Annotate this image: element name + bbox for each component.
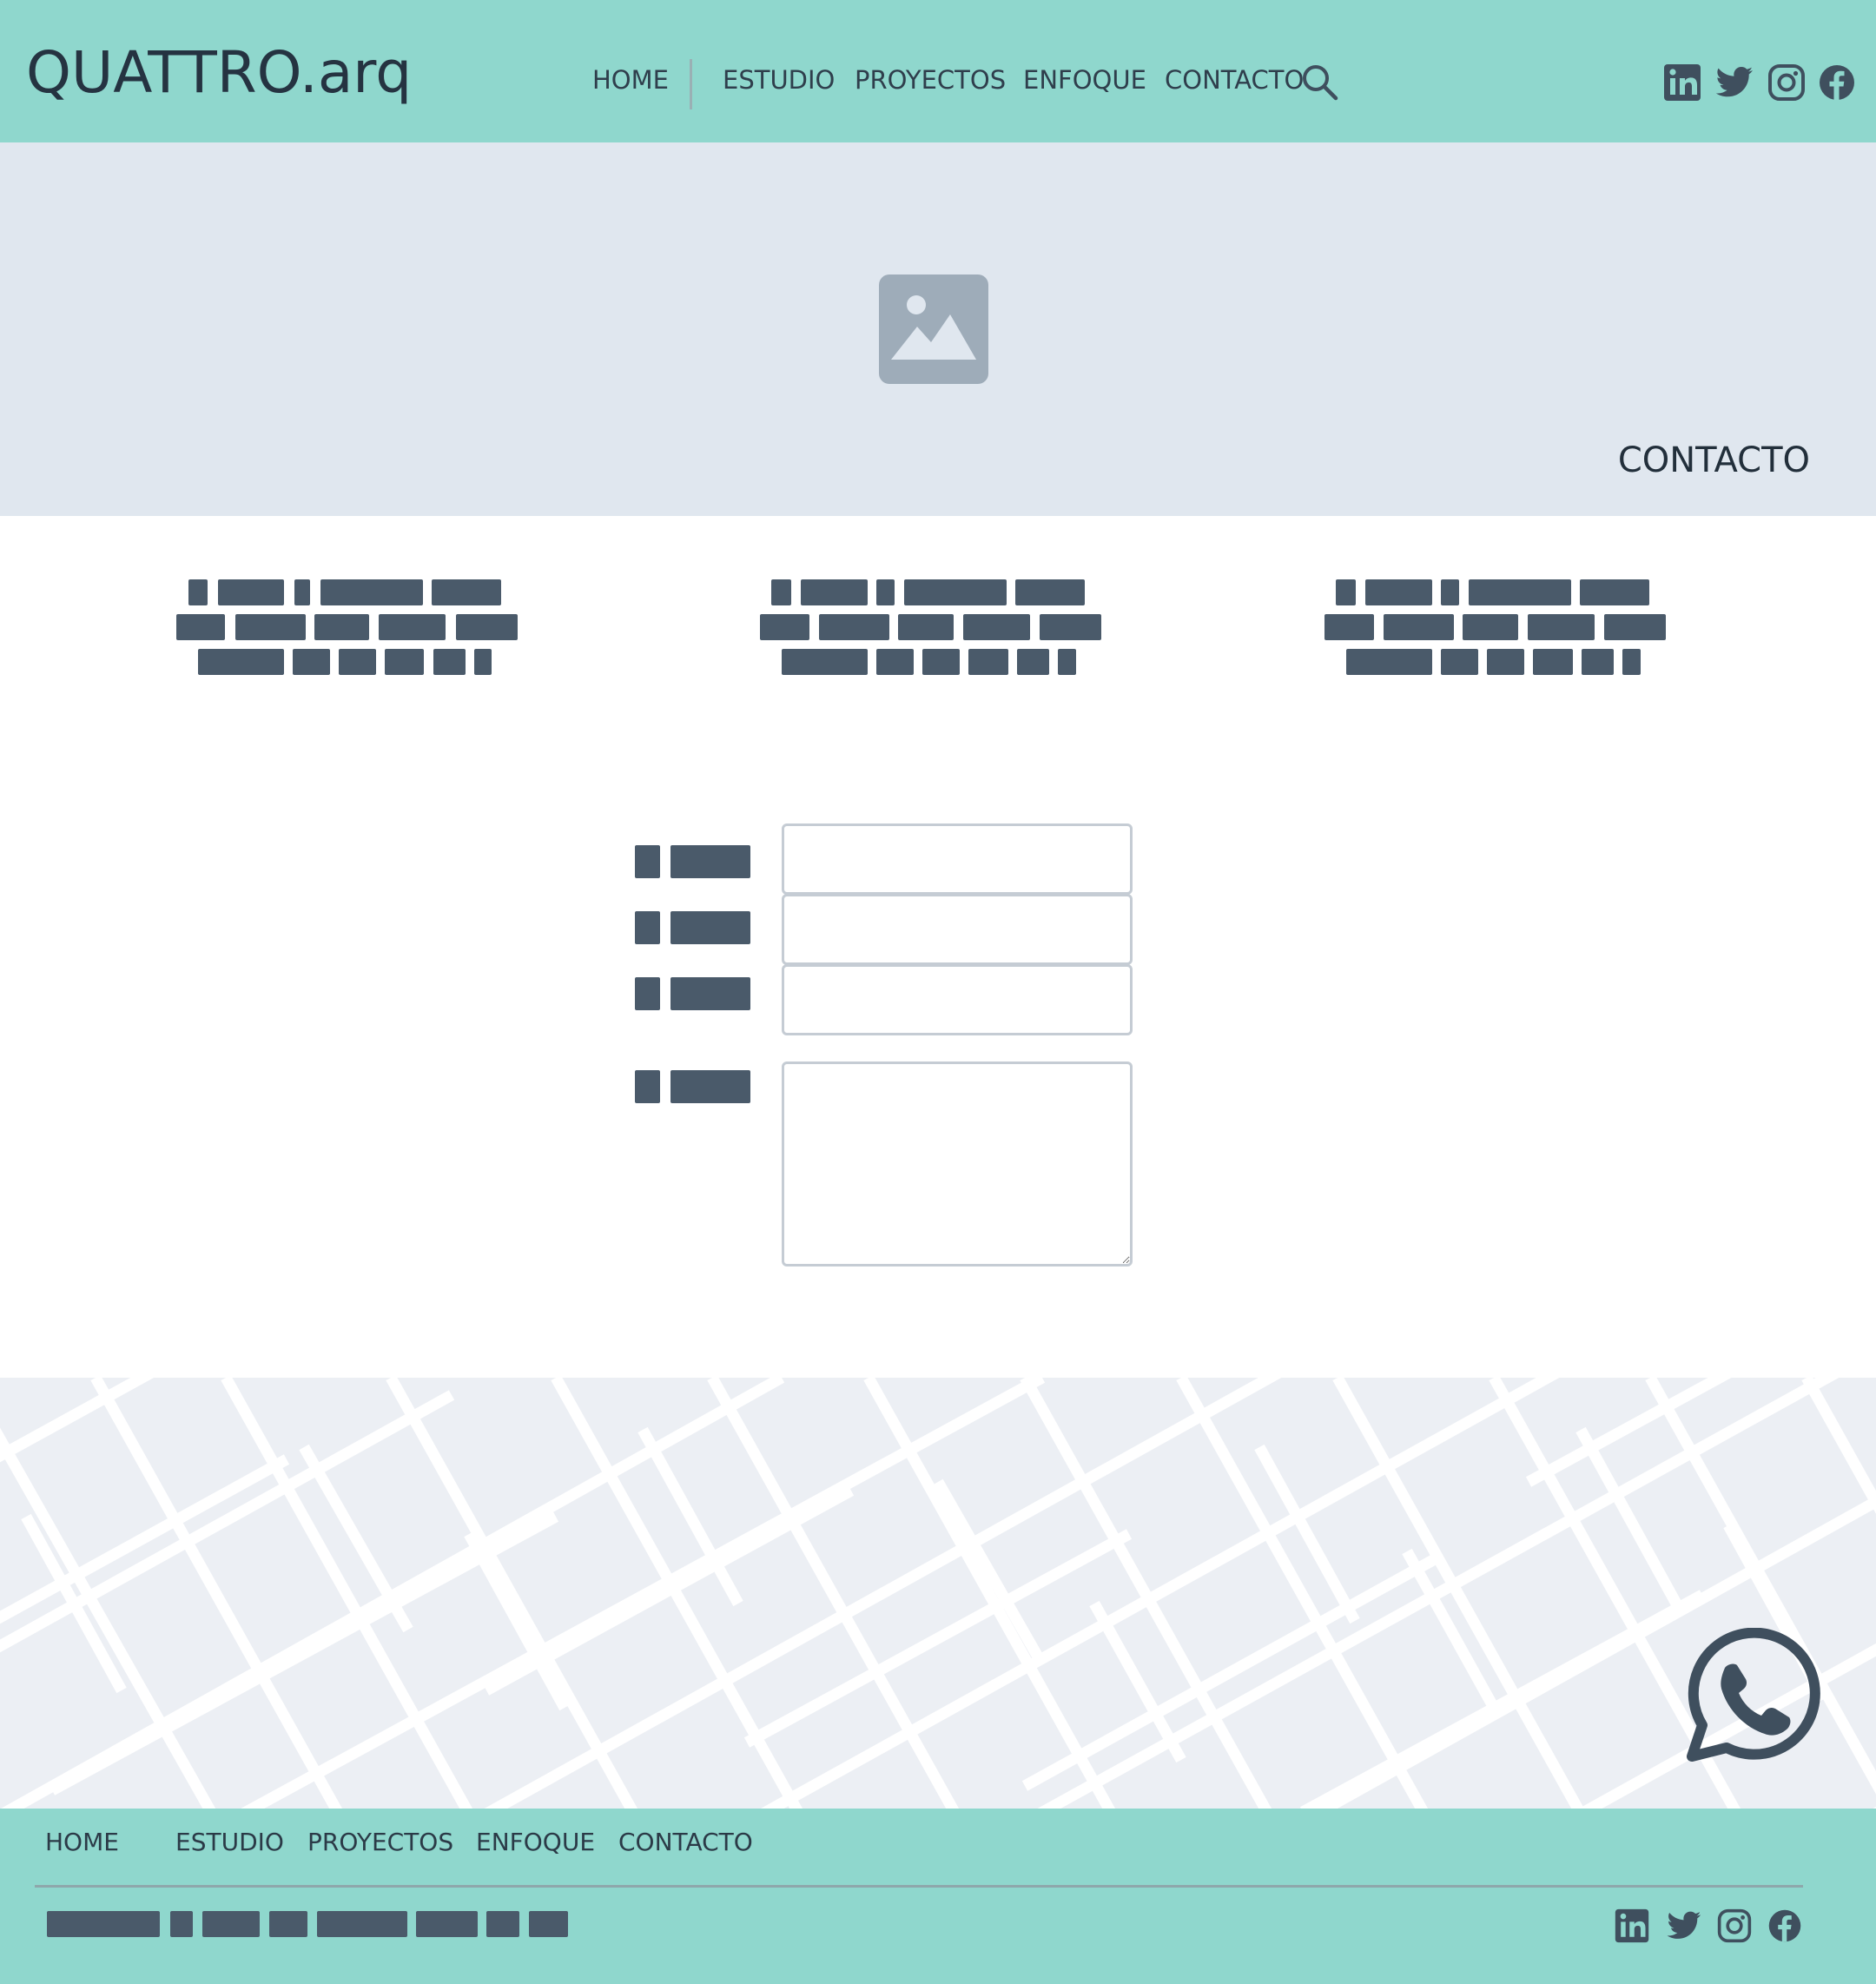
footer-nav-enfoque[interactable]: ENFOQUE [476, 1828, 595, 1857]
footer-divider [35, 1885, 1803, 1888]
site-logo[interactable]: QUATTRO.arq [26, 38, 412, 108]
map-area[interactable] [0, 1378, 1876, 1809]
footer-facebook-icon[interactable] [1767, 1908, 1803, 1944]
footer-nav-estudio[interactable]: ESTUDIO [175, 1828, 284, 1857]
whatsapp-icon[interactable] [1676, 1628, 1820, 1767]
nav-divider [690, 59, 692, 109]
image-placeholder-icon [879, 274, 988, 384]
footer-twitter-icon[interactable] [1666, 1908, 1702, 1944]
nav-contacto[interactable]: CONTACTO [1165, 64, 1304, 96]
footer-instagram-icon[interactable] [1716, 1908, 1753, 1944]
map-streets [0, 1378, 1876, 1809]
nav-estudio[interactable]: ESTUDIO [723, 64, 835, 96]
twitter-icon[interactable] [1714, 63, 1754, 103]
nav-home[interactable]: HOME [592, 64, 669, 96]
form-input-3[interactable] [782, 964, 1133, 1035]
footer-nav-home[interactable]: HOME [45, 1828, 119, 1857]
linkedin-icon[interactable] [1662, 63, 1702, 103]
footer-nav-contacto[interactable]: CONTACTO [618, 1828, 753, 1857]
form-input-2[interactable] [782, 894, 1133, 965]
nav-proyectos[interactable]: PROYECTOS [855, 64, 1006, 96]
search-icon[interactable] [1299, 62, 1339, 102]
instagram-icon[interactable] [1767, 63, 1807, 103]
footer-nav-proyectos[interactable]: PROYECTOS [307, 1828, 453, 1857]
page-title: CONTACTO [1617, 440, 1810, 480]
form-input-1[interactable] [782, 823, 1133, 895]
facebook-icon[interactable] [1817, 63, 1857, 103]
message-textarea[interactable] [782, 1061, 1133, 1266]
footer-linkedin-icon[interactable] [1614, 1908, 1650, 1944]
nav-enfoque[interactable]: ENFOQUE [1023, 64, 1146, 96]
